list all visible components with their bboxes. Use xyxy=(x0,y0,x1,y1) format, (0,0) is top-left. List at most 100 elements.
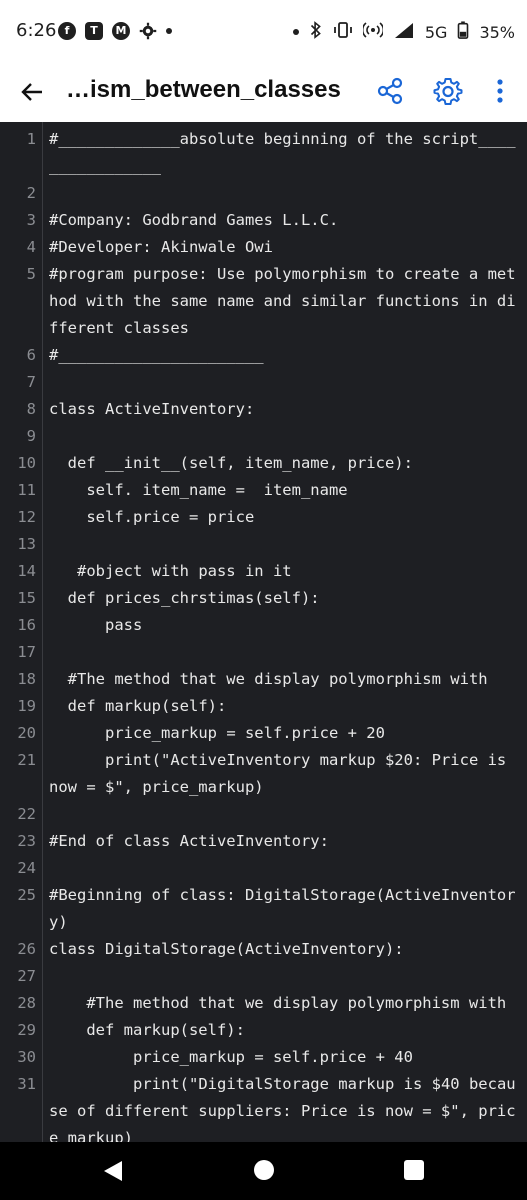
code-text: def prices_chrstimas(self): xyxy=(49,589,320,607)
vibrate-icon xyxy=(333,21,353,43)
line-number: 17 xyxy=(17,643,36,661)
status-bar: 6:26 f T M 5G 35% xyxy=(0,0,527,62)
code-text: pass xyxy=(49,616,143,634)
code-line[interactable]: 14 #object with pass in it xyxy=(0,558,527,585)
code-line[interactable]: 24 xyxy=(0,855,527,882)
code-text: #The method that we display polymorphism… xyxy=(49,670,488,688)
code-line[interactable]: 8 class ActiveInventory: xyxy=(0,396,527,423)
facebook-icon: f xyxy=(58,22,76,40)
code-line[interactable]: 4 #Developer: Akinwale Owi xyxy=(0,234,527,261)
gear-icon xyxy=(433,78,463,105)
code-text: self. item_name = item_name xyxy=(49,481,348,499)
line-number: 16 xyxy=(17,616,36,634)
code-text: class DigitalStorage(ActiveInventory): xyxy=(49,940,404,958)
code-text: print("DigitalStorage markup is $40 beca… xyxy=(49,1075,516,1142)
code-line[interactable]: 26 class DigitalStorage(ActiveInventory): xyxy=(0,936,527,963)
m-app-icon: M xyxy=(112,22,130,40)
settings-button[interactable] xyxy=(433,76,463,106)
code-text: self.price = price xyxy=(49,508,255,526)
code-text: print("ActiveInventory markup $20: Price… xyxy=(49,751,516,796)
code-line[interactable]: 28 #The method that we display polymorph… xyxy=(0,990,527,1017)
code-line[interactable]: 3 #Company: Godbrand Games L.L.C. xyxy=(0,207,527,234)
line-number: 7 xyxy=(26,373,36,391)
battery-percent: 35% xyxy=(479,22,515,42)
code-text: price_markup = self.price + 40 xyxy=(49,1048,413,1066)
share-button[interactable] xyxy=(375,76,405,106)
code-line[interactable]: 19 def markup(self): xyxy=(0,693,527,720)
code-line[interactable]: 9 xyxy=(0,423,527,450)
line-number: 5 xyxy=(26,265,36,283)
code-line[interactable]: 12 self.price = price xyxy=(0,504,527,531)
code-text: #Company: Godbrand Games L.L.C. xyxy=(49,211,339,229)
app-bar: …ism_between_classes xyxy=(0,62,527,122)
code-line[interactable]: 23 #End of class ActiveInventory: xyxy=(0,828,527,855)
line-number: 26 xyxy=(17,940,36,958)
nav-back-button[interactable] xyxy=(102,1159,124,1183)
code-line[interactable]: 31 print("DigitalStorage markup is $40 b… xyxy=(0,1071,527,1142)
code-line[interactable]: 17 xyxy=(0,639,527,666)
line-number: 10 xyxy=(17,454,36,472)
code-line[interactable]: 1 #_____________absolute beginning of the… xyxy=(0,126,527,180)
line-number: 18 xyxy=(17,670,36,688)
code-line[interactable]: 13 xyxy=(0,531,527,558)
more-vertical-icon xyxy=(497,79,503,103)
line-number: 22 xyxy=(17,805,36,823)
code-text: #_____________absolute beginning of the … xyxy=(49,130,516,175)
dot-icon xyxy=(166,28,172,34)
code-line[interactable]: 5 #program purpose: Use polymorphism to c… xyxy=(0,261,527,342)
line-number: 12 xyxy=(17,508,36,526)
code-text: #program purpose: Use polymorphism to cr… xyxy=(49,265,516,337)
code-line[interactable]: 21 print("ActiveInventory markup $20: Pr… xyxy=(0,747,527,801)
code-line[interactable]: 22 xyxy=(0,801,527,828)
code-line[interactable]: 16 pass xyxy=(0,612,527,639)
line-number: 29 xyxy=(17,1021,36,1039)
line-number: 30 xyxy=(17,1048,36,1066)
line-number: 20 xyxy=(17,724,36,742)
code-line[interactable]: 18 #The method that we display polymorph… xyxy=(0,666,527,693)
line-number: 8 xyxy=(26,400,36,418)
share-icon xyxy=(377,77,403,105)
line-number: 6 xyxy=(26,346,36,364)
file-title: …ism_between_classes xyxy=(66,76,341,103)
code-line[interactable]: 29 def markup(self): xyxy=(0,1017,527,1044)
code-text: #______________________ xyxy=(49,346,264,364)
home-circle-icon[interactable] xyxy=(254,1160,274,1180)
dot-icon xyxy=(292,29,299,35)
line-number: 27 xyxy=(17,967,36,985)
back-button[interactable] xyxy=(16,76,48,108)
code-line[interactable]: 11 self. item_name = item_name xyxy=(0,477,527,504)
line-number: 21 xyxy=(17,751,36,769)
gear-icon xyxy=(139,22,157,40)
line-number: 11 xyxy=(17,481,36,499)
hotspot-icon xyxy=(361,21,384,43)
code-line[interactable]: 6 #______________________ xyxy=(0,342,527,369)
code-line[interactable]: 27 xyxy=(0,963,527,990)
battery-icon xyxy=(457,21,469,43)
more-options-button[interactable] xyxy=(488,76,512,106)
code-line[interactable]: 2 xyxy=(0,180,527,207)
line-number: 31 xyxy=(17,1075,36,1093)
line-number: 23 xyxy=(17,832,36,850)
line-number: 15 xyxy=(17,589,36,607)
arrow-left-icon xyxy=(21,83,42,101)
code-text: #The method that we display polymorphism… xyxy=(49,994,507,1012)
code-line[interactable]: 25 #Beginning of class: DigitalStorage(Ac… xyxy=(0,882,527,936)
code-text: def markup(self): xyxy=(49,1021,245,1039)
system-icons: 5G 35% xyxy=(292,21,515,43)
code-text: def markup(self): xyxy=(49,697,227,715)
code-line[interactable]: 15 def prices_chrstimas(self): xyxy=(0,585,527,612)
recents-square-icon[interactable] xyxy=(404,1160,424,1180)
code-editor[interactable]: 1 #_____________absolute beginning of the… xyxy=(0,122,527,1142)
code-line[interactable]: 30 price_markup = self.price + 40 xyxy=(0,1044,527,1071)
line-number: 28 xyxy=(17,994,36,1012)
line-number: 2 xyxy=(26,184,36,202)
code-line[interactable]: 20 price_markup = self.price + 20 xyxy=(0,720,527,747)
code-line[interactable]: 7 xyxy=(0,369,527,396)
notification-icons: f T M xyxy=(58,22,172,40)
code-text: #Developer: Akinwale Owi xyxy=(49,238,273,256)
code-line[interactable]: 10 def __init__(self, item_name, price): xyxy=(0,450,527,477)
code-text: #Beginning of class: DigitalStorage(Acti… xyxy=(49,886,516,931)
line-number: 4 xyxy=(26,238,36,256)
code-text: #End of class ActiveInventory: xyxy=(49,832,329,850)
system-nav-bar xyxy=(0,1142,527,1200)
